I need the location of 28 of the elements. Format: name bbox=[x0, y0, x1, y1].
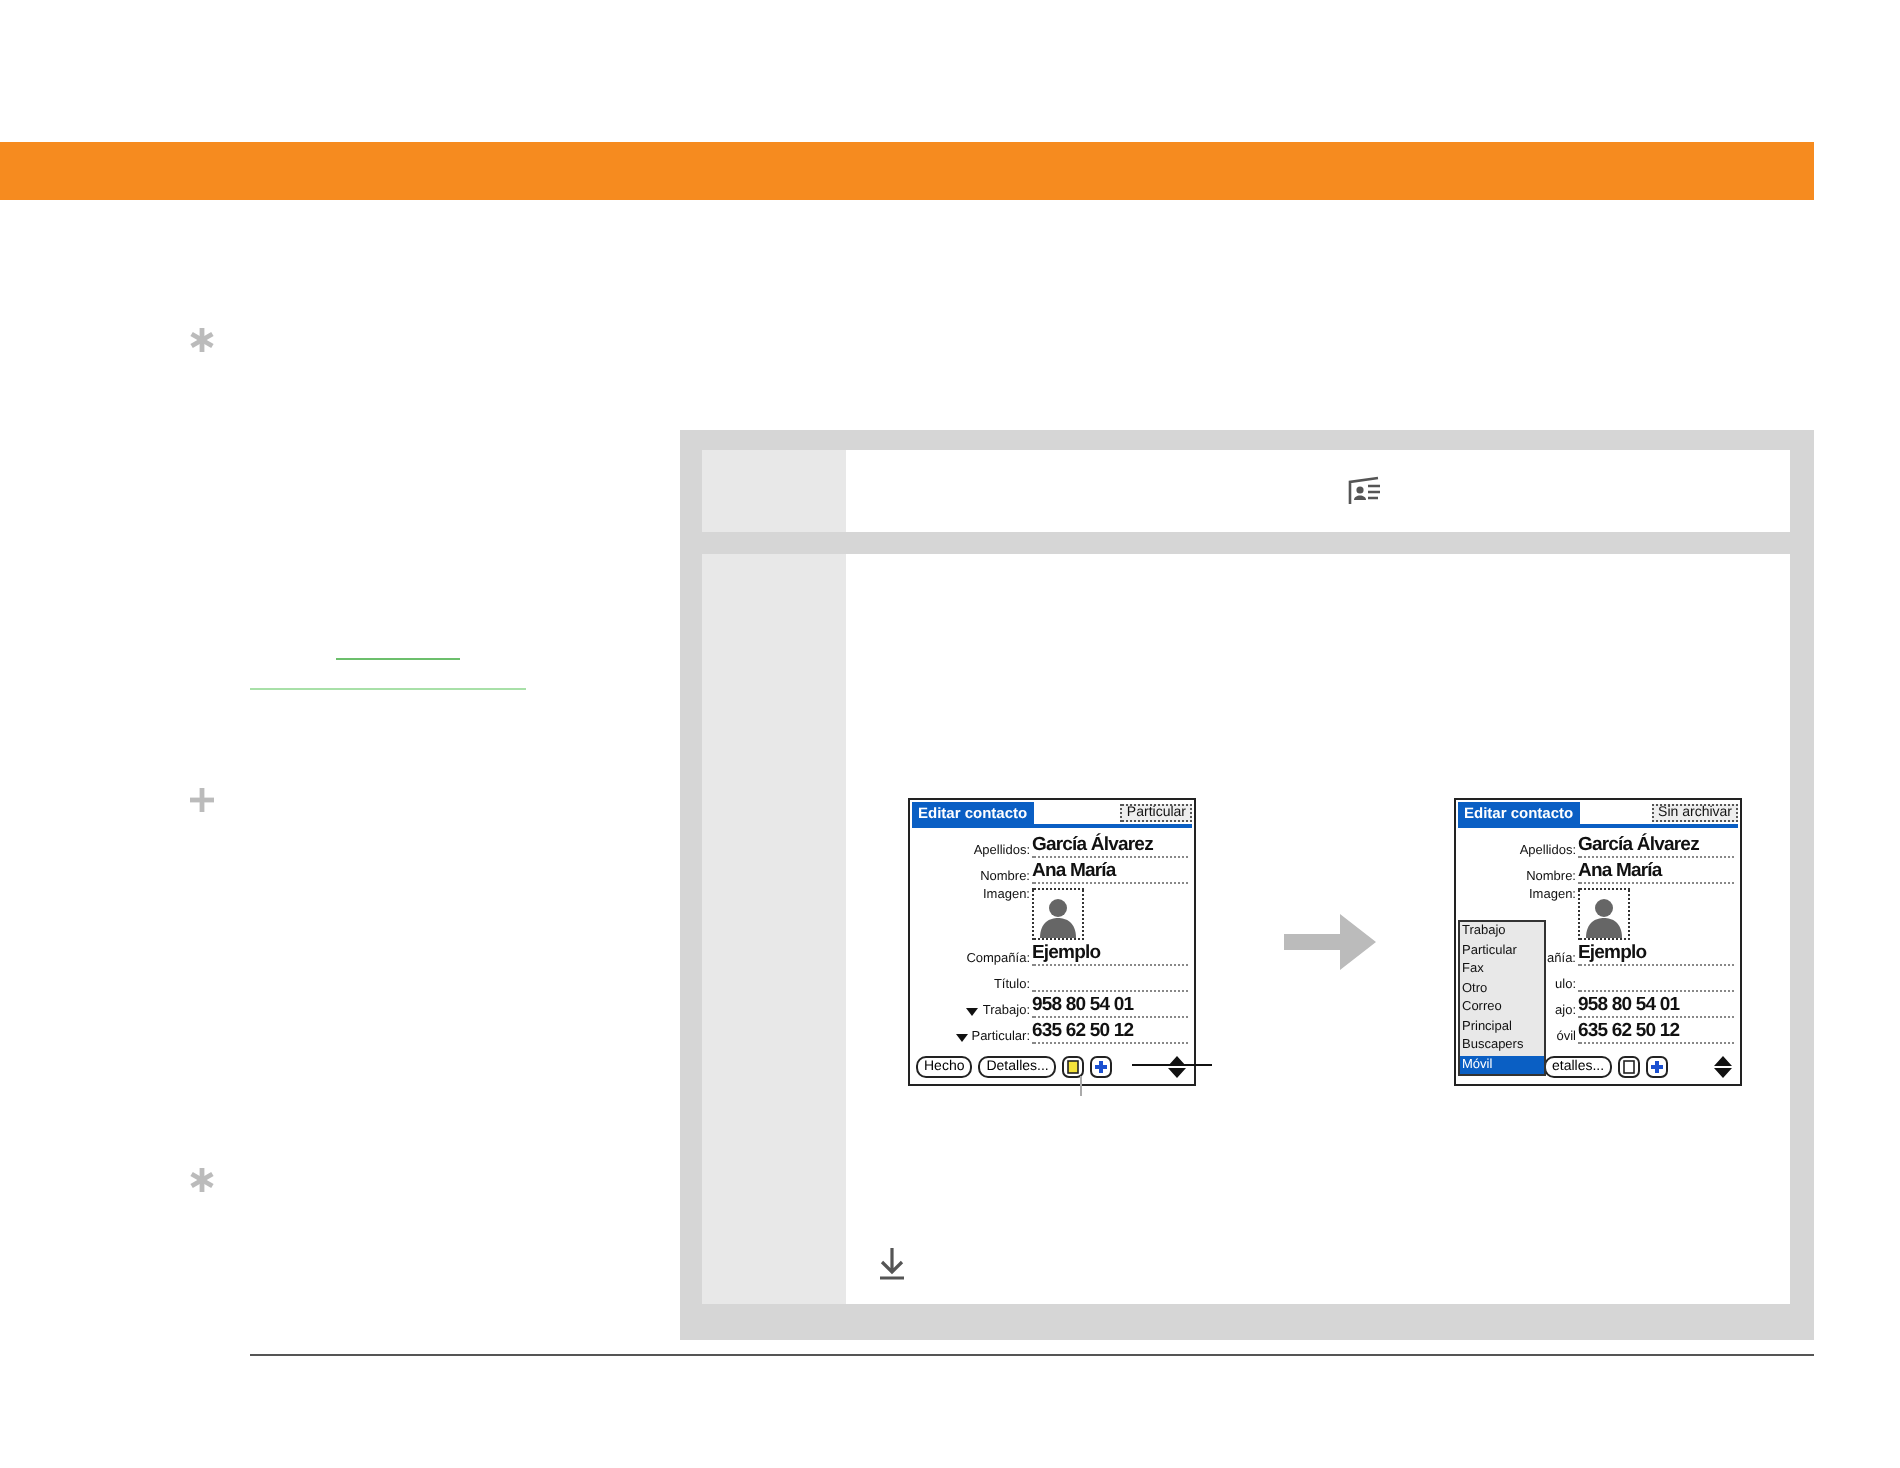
download-icon bbox=[878, 1248, 906, 1280]
field-value[interactable]: 958 80 54 01 bbox=[1032, 994, 1188, 1018]
field-value[interactable]: Ejemplo bbox=[1032, 942, 1188, 966]
scroll-arrows-icon[interactable] bbox=[1712, 1055, 1734, 1077]
plus-icon bbox=[188, 786, 216, 814]
asterisk-icon bbox=[188, 326, 216, 354]
plus-circle-icon[interactable] bbox=[1090, 1055, 1113, 1077]
scroll-arrows-icon[interactable] bbox=[1166, 1055, 1188, 1077]
plus-circle-icon[interactable] bbox=[1646, 1055, 1669, 1077]
asterisk-icon bbox=[188, 1166, 216, 1194]
field-value[interactable]: García Álvarez bbox=[1578, 834, 1734, 858]
note-icon[interactable] bbox=[1618, 1055, 1641, 1077]
contact-photo-placeholder-icon[interactable] bbox=[1032, 888, 1084, 940]
dropdown-triangle-icon[interactable] bbox=[955, 1033, 968, 1041]
field-value[interactable]: Ejemplo bbox=[1578, 942, 1734, 966]
field-value[interactable]: 635 62 50 12 bbox=[1578, 1020, 1734, 1044]
field-value[interactable]: 635 62 50 12 bbox=[1032, 1020, 1188, 1044]
contact-card-icon bbox=[1348, 476, 1382, 506]
field-value[interactable]: 958 80 54 01 bbox=[1578, 994, 1734, 1018]
leader-line bbox=[1080, 1076, 1082, 1096]
field-value[interactable]: Ana María bbox=[1578, 860, 1734, 884]
field-value[interactable]: García Álvarez bbox=[1032, 834, 1188, 858]
note-icon[interactable] bbox=[1062, 1055, 1085, 1077]
dropdown-triangle-icon[interactable] bbox=[966, 1007, 979, 1015]
contact-photo-placeholder-icon[interactable] bbox=[1578, 888, 1630, 940]
field-value[interactable]: Ana María bbox=[1032, 860, 1188, 884]
leader-line bbox=[1132, 1064, 1212, 1066]
step-number-column bbox=[702, 450, 846, 532]
